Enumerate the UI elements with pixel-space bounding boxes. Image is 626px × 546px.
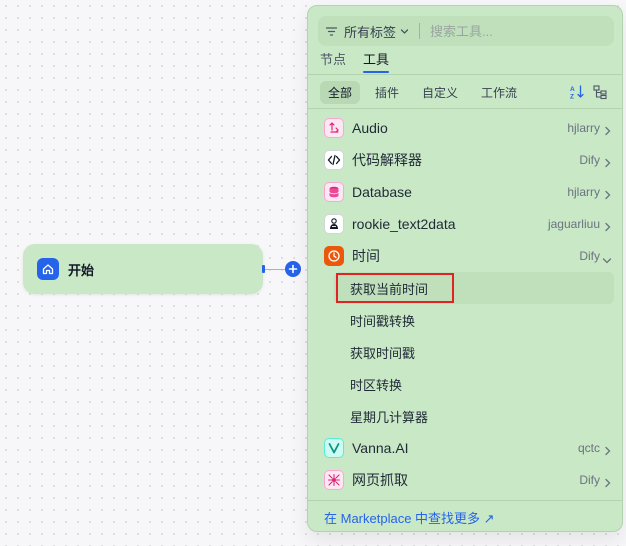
tool-timezone-convert[interactable]: 时区转换: [308, 368, 622, 400]
tabs-divider: [308, 74, 622, 75]
tool-category-tabs: 全部 插件 自定义 工作流: [320, 80, 532, 104]
subtab-custom[interactable]: 自定义: [414, 81, 466, 104]
chevron-down-icon[interactable]: [400, 27, 409, 36]
provider-rookie-text2data[interactable]: rookie_text2data jaguarliuu: [308, 208, 622, 240]
database-icon: [324, 182, 344, 202]
tool-get-timestamp[interactable]: 获取时间戳: [308, 336, 622, 368]
clock-icon: [324, 246, 344, 266]
webscraper-icon: [324, 470, 344, 490]
audio-icon: [324, 118, 344, 138]
provider-name: Database: [352, 184, 412, 200]
svg-text:Z: Z: [570, 94, 574, 101]
subtab-all[interactable]: 全部: [320, 80, 361, 104]
provider-time[interactable]: 时间 Dify: [308, 240, 622, 272]
chevron-right-icon: [604, 123, 612, 141]
provider-name: Audio: [352, 120, 388, 136]
home-icon: [37, 258, 59, 280]
chevron-right-icon: [604, 155, 612, 173]
tree-view-icon[interactable]: [592, 84, 608, 105]
filter-icon[interactable]: [325, 24, 339, 38]
tab-nodes[interactable]: 节点: [320, 50, 346, 74]
tag-filter-dropdown[interactable]: 所有标签: [344, 22, 396, 41]
marketplace-link[interactable]: 在 Marketplace 中查找更多 ↗: [324, 508, 495, 527]
svg-text:A: A: [570, 86, 575, 93]
chevron-right-icon: [604, 443, 612, 461]
connector-line: [265, 268, 286, 270]
provider-author: Dify: [579, 473, 600, 487]
add-node-button[interactable]: [285, 261, 301, 277]
provider-name: 时间: [352, 248, 380, 264]
tool-get-current-time[interactable]: 获取当前时间: [334, 272, 614, 304]
provider-name: Vanna.AI: [352, 440, 409, 456]
provider-database[interactable]: Database hjlarry: [308, 176, 622, 208]
chevron-right-icon: [604, 219, 612, 237]
code-icon: [324, 150, 344, 170]
provider-vanna-ai[interactable]: Vanna.AI qctc: [308, 432, 622, 464]
provider-name: 代码解释器: [352, 152, 422, 168]
provider-author: Dify: [579, 153, 600, 167]
marketplace-link-label: 在 Marketplace 中查找更多 ↗: [324, 511, 495, 526]
provider-web-scraper[interactable]: 网页抓取 Dify: [308, 464, 622, 496]
plus-icon: [288, 264, 298, 274]
provider-author: Dify: [579, 249, 600, 263]
tool-picker-panel: 所有标签 节点 工具 全部 插件 自定义 工作流 A Z: [307, 5, 623, 532]
search-bar: 所有标签: [318, 16, 614, 46]
sort-az-icon[interactable]: A Z: [569, 84, 585, 105]
provider-author: jaguarliuu: [547, 217, 600, 231]
provider-name: 网页抓取: [352, 472, 408, 488]
subtab-workflow[interactable]: 工作流: [473, 81, 525, 104]
subtab-plugins[interactable]: 插件: [367, 81, 407, 104]
start-node-label: 开始: [68, 262, 95, 278]
chevron-right-icon: [604, 187, 612, 205]
provider-author: hjlarry: [567, 121, 600, 135]
subtabs-divider: [308, 108, 622, 109]
start-node[interactable]: 开始: [23, 244, 263, 294]
tool-weekday-calculator[interactable]: 星期几计算器: [308, 400, 622, 432]
text2data-icon: [324, 214, 344, 234]
provider-author: hjlarry: [567, 185, 600, 199]
search-divider: [419, 23, 421, 39]
tab-tools[interactable]: 工具: [363, 50, 390, 74]
footer-divider: [308, 500, 622, 501]
provider-name: rookie_text2data: [352, 216, 456, 232]
provider-author: qctc: [577, 441, 600, 455]
search-input[interactable]: [430, 23, 601, 39]
tool-timestamp-convert[interactable]: 时间戳转换: [308, 304, 622, 336]
chevron-down-icon: [602, 252, 612, 270]
vanna-icon: [324, 438, 344, 458]
tool-list: Audio hjlarry 代码解释器 Dify Database hjlarr…: [308, 112, 622, 496]
provider-code-interpreter[interactable]: 代码解释器 Dify: [308, 144, 622, 176]
provider-audio[interactable]: Audio hjlarry: [308, 112, 622, 144]
chevron-right-icon: [604, 475, 612, 493]
panel-tabs: 节点 工具: [320, 50, 406, 74]
time-tools-group: 获取当前时间: [308, 272, 622, 304]
